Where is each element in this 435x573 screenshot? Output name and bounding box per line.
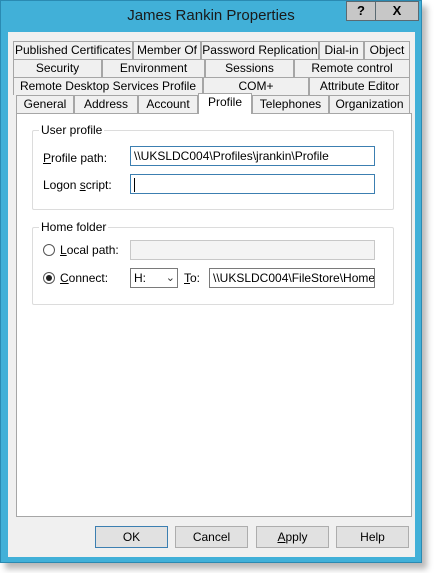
apply-button[interactable]: Apply <box>256 526 329 548</box>
tab-password-replication[interactable]: Password Replication <box>201 41 319 59</box>
to-label: To: <box>184 271 201 285</box>
user-profile-group: User profile <box>32 123 394 210</box>
help-button[interactable]: Help <box>336 526 409 548</box>
local-path-radio[interactable] <box>43 244 55 256</box>
close-icon[interactable]: X <box>375 1 419 21</box>
tab-environment[interactable]: Environment <box>102 59 205 77</box>
tab-organization[interactable]: Organization <box>329 95 410 113</box>
tab-security[interactable]: Security <box>13 59 102 77</box>
tab-published-certificates[interactable]: Published Certificates <box>13 41 133 59</box>
connect-label: Connect: <box>60 271 109 285</box>
local-path-input[interactable] <box>130 240 375 260</box>
profile-tab-panel: User profile Profile path: \\UKSLDC004\P… <box>16 113 412 517</box>
tab-remote-control[interactable]: Remote control <box>294 59 410 77</box>
tab-telephones[interactable]: Telephones <box>252 95 329 113</box>
home-folder-group: Home folder <box>32 220 394 305</box>
cancel-button[interactable]: Cancel <box>175 526 248 548</box>
chevron-down-icon: ⌄ <box>165 272 175 284</box>
profile-path-input[interactable]: \\UKSLDC004\Profiles\jrankin\Profile <box>130 146 375 166</box>
tab-sessions[interactable]: Sessions <box>205 59 294 77</box>
tab-dial-in[interactable]: Dial-in <box>319 41 364 59</box>
tab-remote-desktop-services-profile[interactable]: Remote Desktop Services Profile <box>13 77 203 95</box>
profile-path-label: Profile path: <box>43 151 108 165</box>
drive-letter-select[interactable]: H: ⌄ <box>130 268 178 288</box>
properties-window: James Rankin Properties ? X Published Ce… <box>0 0 422 563</box>
home-folder-path-input[interactable]: \\UKSLDC004\FileStore\HomeDr <box>209 268 375 288</box>
drive-letter-value: H: <box>134 271 146 285</box>
local-path-label: Local path: <box>60 243 119 257</box>
text-caret <box>134 177 135 192</box>
tab-address[interactable]: Address <box>74 95 138 113</box>
user-profile-group-title: User profile <box>39 123 105 137</box>
home-folder-group-title: Home folder <box>39 220 109 234</box>
tab-member-of[interactable]: Member Of <box>133 41 201 59</box>
logon-script-label: Logon script: <box>43 178 112 192</box>
tab-profile[interactable]: Profile <box>198 93 252 114</box>
logon-script-input[interactable] <box>130 174 375 194</box>
help-icon[interactable]: ? <box>346 1 376 21</box>
tab-account[interactable]: Account <box>138 95 198 113</box>
title-bar[interactable]: James Rankin Properties ? X <box>1 1 421 32</box>
ok-button[interactable]: OK <box>95 526 168 548</box>
tab-general[interactable]: General <box>16 95 74 113</box>
tab-object[interactable]: Object <box>364 41 410 59</box>
tab-attribute-editor[interactable]: Attribute Editor <box>309 77 410 95</box>
connect-radio[interactable] <box>43 272 55 284</box>
dialog-client-area: Published Certificates Member Of Passwor… <box>8 32 415 557</box>
radio-selected-dot <box>46 275 52 281</box>
